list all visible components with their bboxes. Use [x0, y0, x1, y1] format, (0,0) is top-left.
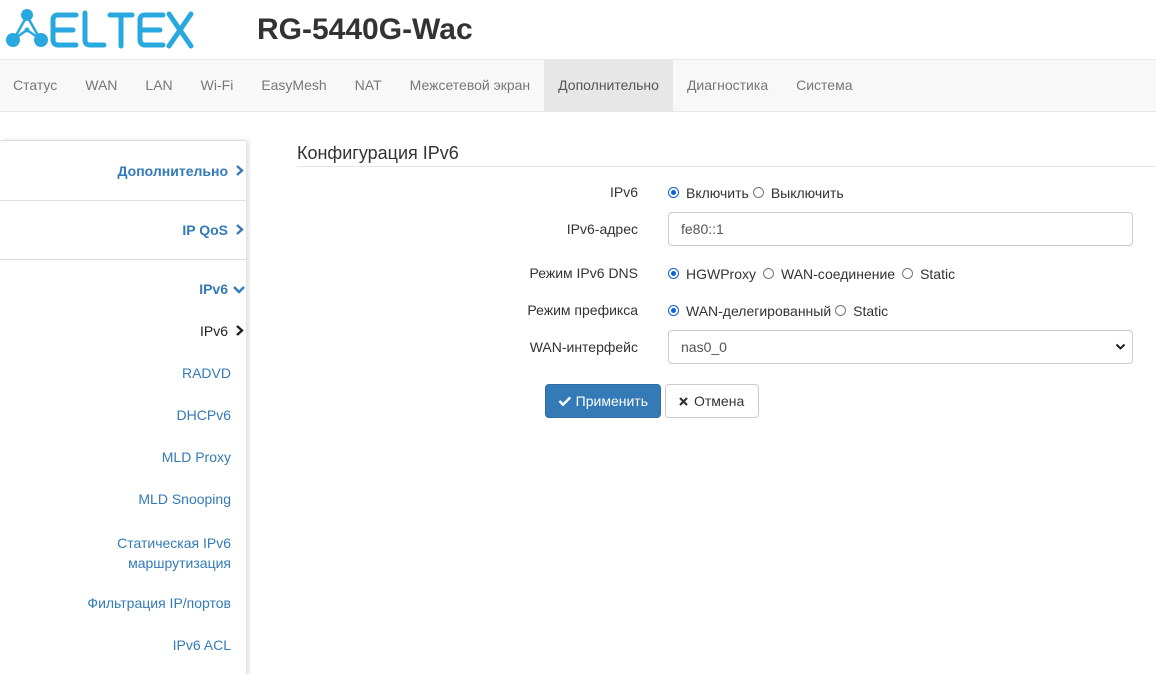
ipv6-address-input[interactable]: fe80::1: [668, 212, 1133, 246]
wan-interface-label: WAN-интерфейс: [529, 339, 638, 355]
prefix-wan-radio[interactable]: [668, 305, 679, 316]
sidebar-divider: [0, 200, 246, 201]
chevron-right-icon: [232, 222, 246, 238]
page-title: Конфигурация IPv6: [297, 143, 459, 163]
sidebar-item-label-line2: маршрутизация: [128, 555, 231, 571]
ipv6-enable-radio[interactable]: [668, 187, 679, 198]
sidebar-item-label: IPv6: [199, 323, 228, 339]
title-divider: [297, 166, 1156, 167]
sidebar-group-advanced[interactable]: Дополнительно: [0, 163, 246, 179]
dns-mode-label: Режим IPv6 DNS: [529, 265, 638, 281]
sidebar-item-label: Статическая IPv6: [117, 535, 231, 551]
sidebar-group-label: IP QoS: [182, 222, 228, 238]
sidebar-item-ip-port-filter[interactable]: Фильтрация IP/портов: [0, 595, 246, 611]
cancel-button-label: Отмена: [694, 393, 745, 409]
nav-firewall[interactable]: Межсетевой экран: [396, 60, 545, 111]
sidebar-group-label: Дополнительно: [117, 163, 228, 179]
nav-easymesh[interactable]: EasyMesh: [247, 60, 340, 111]
chevron-down-icon: [232, 281, 246, 297]
sidebar-group-ipv6[interactable]: IPv6: [0, 281, 246, 297]
ipv6-disable-radio[interactable]: [752, 187, 764, 198]
sidebar-item-ipv6-acl[interactable]: IPv6 ACL: [0, 637, 246, 653]
eltex-logo[interactable]: [5, 8, 195, 52]
nav-diagnostics[interactable]: Диагностика: [673, 60, 782, 111]
nav-lan[interactable]: LAN: [131, 60, 186, 111]
ipv6-radio-group: Включить Выключить: [668, 184, 848, 201]
prefix-static-label[interactable]: Static: [853, 303, 888, 319]
checkmark-icon: [558, 396, 572, 407]
chevron-down-icon: [1115, 331, 1126, 377]
top-nav: Статус WAN LAN Wi-Fi EasyMesh NAT Межсет…: [0, 59, 1156, 112]
cancel-button[interactable]: Отмена: [665, 384, 759, 418]
ipv6-disable-label[interactable]: Выключить: [771, 185, 844, 201]
prefix-mode-label: Режим префикса: [527, 302, 638, 318]
sidebar-group-label: IPv6: [199, 281, 228, 297]
nav-wifi[interactable]: Wi-Fi: [187, 60, 248, 111]
chevron-right-icon: [232, 323, 246, 339]
prefix-mode-radio-group: WAN-делегированный Static: [668, 302, 892, 319]
chevron-right-icon: [232, 163, 246, 179]
sidebar-item-mld-snooping[interactable]: MLD Snooping: [0, 491, 246, 507]
dns-wan-radio[interactable]: [763, 268, 774, 279]
ipv6-label: IPv6: [609, 184, 638, 200]
ipv6-address-label: IPv6-адрес: [566, 221, 638, 237]
close-icon: [679, 396, 688, 406]
device-model: RG-5440G-Wac: [257, 13, 473, 46]
sidebar-divider: [0, 259, 246, 260]
nav-status[interactable]: Статус: [0, 60, 71, 111]
sidebar-item-mld-proxy[interactable]: MLD Proxy: [0, 449, 246, 465]
sidebar-group-ipqos[interactable]: IP QoS: [0, 222, 246, 238]
ipv6-enable-label[interactable]: Включить: [686, 185, 749, 201]
prefix-static-radio[interactable]: [835, 305, 847, 316]
apply-button-label: Применить: [575, 393, 648, 409]
dns-hgwproxy-label[interactable]: HGWProxy: [686, 266, 756, 282]
dns-static-radio[interactable]: [902, 268, 914, 279]
nav-advanced[interactable]: Дополнительно: [544, 60, 673, 111]
sidebar: Дополнительно IP QoS IPv6 IPv6 RADVD DHC…: [0, 140, 246, 675]
wan-interface-select[interactable]: nas0_0: [668, 330, 1133, 364]
sidebar-item-static-routing[interactable]: Статическая IPv6 маршрутизация: [0, 533, 246, 573]
sidebar-item-dhcpv6[interactable]: DHCPv6: [0, 407, 246, 423]
dns-wan-label[interactable]: WAN-соединение: [781, 266, 895, 282]
dns-static-label[interactable]: Static: [920, 266, 955, 282]
dns-hgwproxy-radio[interactable]: [668, 268, 679, 279]
dns-mode-radio-group: HGWProxy WAN-соединение Static: [668, 265, 959, 282]
prefix-wan-label[interactable]: WAN-делегированный: [686, 303, 831, 319]
sidebar-item-radvd[interactable]: RADVD: [0, 365, 246, 381]
nav-wan[interactable]: WAN: [71, 60, 131, 111]
header: RG-5440G-Wac: [0, 0, 1156, 60]
nav-system[interactable]: Система: [782, 60, 866, 111]
nav-nat[interactable]: NAT: [341, 60, 396, 111]
sidebar-item-ipv6[interactable]: IPv6: [0, 323, 246, 339]
wan-interface-value: nas0_0: [681, 339, 727, 355]
apply-button[interactable]: Применить: [545, 384, 661, 418]
